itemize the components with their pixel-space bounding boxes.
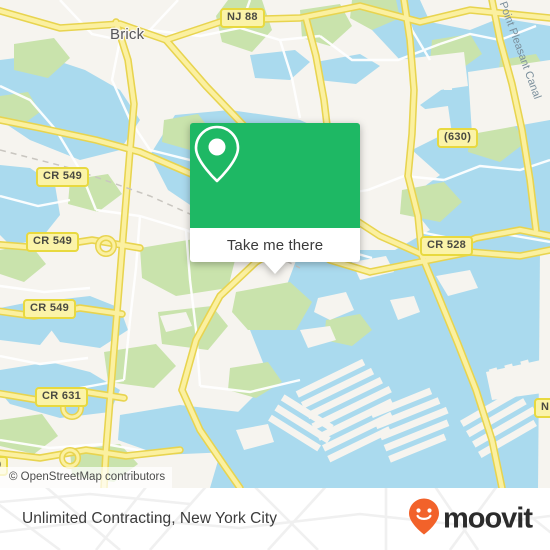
- road-shield-nj-88[interactable]: NJ 88: [220, 8, 265, 28]
- take-me-there-button[interactable]: Take me there: [190, 228, 360, 262]
- road-shield-edge-right[interactable]: N: [534, 398, 550, 418]
- road-shield-cr-631[interactable]: CR 631: [35, 387, 89, 407]
- moovit-smile-pin-icon: [408, 498, 440, 541]
- page-title: Unlimited Contracting, New York City: [22, 510, 278, 527]
- place-label-brick: Brick: [110, 26, 145, 43]
- road-shield-cr-528[interactable]: CR 528: [420, 236, 474, 256]
- osm-attribution[interactable]: © OpenStreetMap contributors: [0, 467, 173, 488]
- moovit-logo[interactable]: moovit: [408, 498, 533, 541]
- road-shield-cr-549-south[interactable]: CR 549: [23, 299, 77, 319]
- callout-tail: [264, 262, 286, 274]
- road-shield-cr-549-north[interactable]: CR 549: [36, 167, 90, 187]
- map-share-card: Brick Point Pleasant Canal NJ 88 (630) C…: [0, 0, 550, 550]
- moovit-wordmark: moovit: [442, 502, 533, 535]
- road-shield-cr-549-mid[interactable]: CR 549: [26, 232, 80, 252]
- callout-icon-panel: [190, 123, 360, 228]
- map-canvas[interactable]: Brick Point Pleasant Canal NJ 88 (630) C…: [0, 0, 550, 488]
- road-shield-630[interactable]: (630): [437, 128, 479, 148]
- location-callout[interactable]: Take me there: [190, 123, 360, 274]
- footer-bar: Unlimited Contracting, New York City moo…: [0, 488, 550, 550]
